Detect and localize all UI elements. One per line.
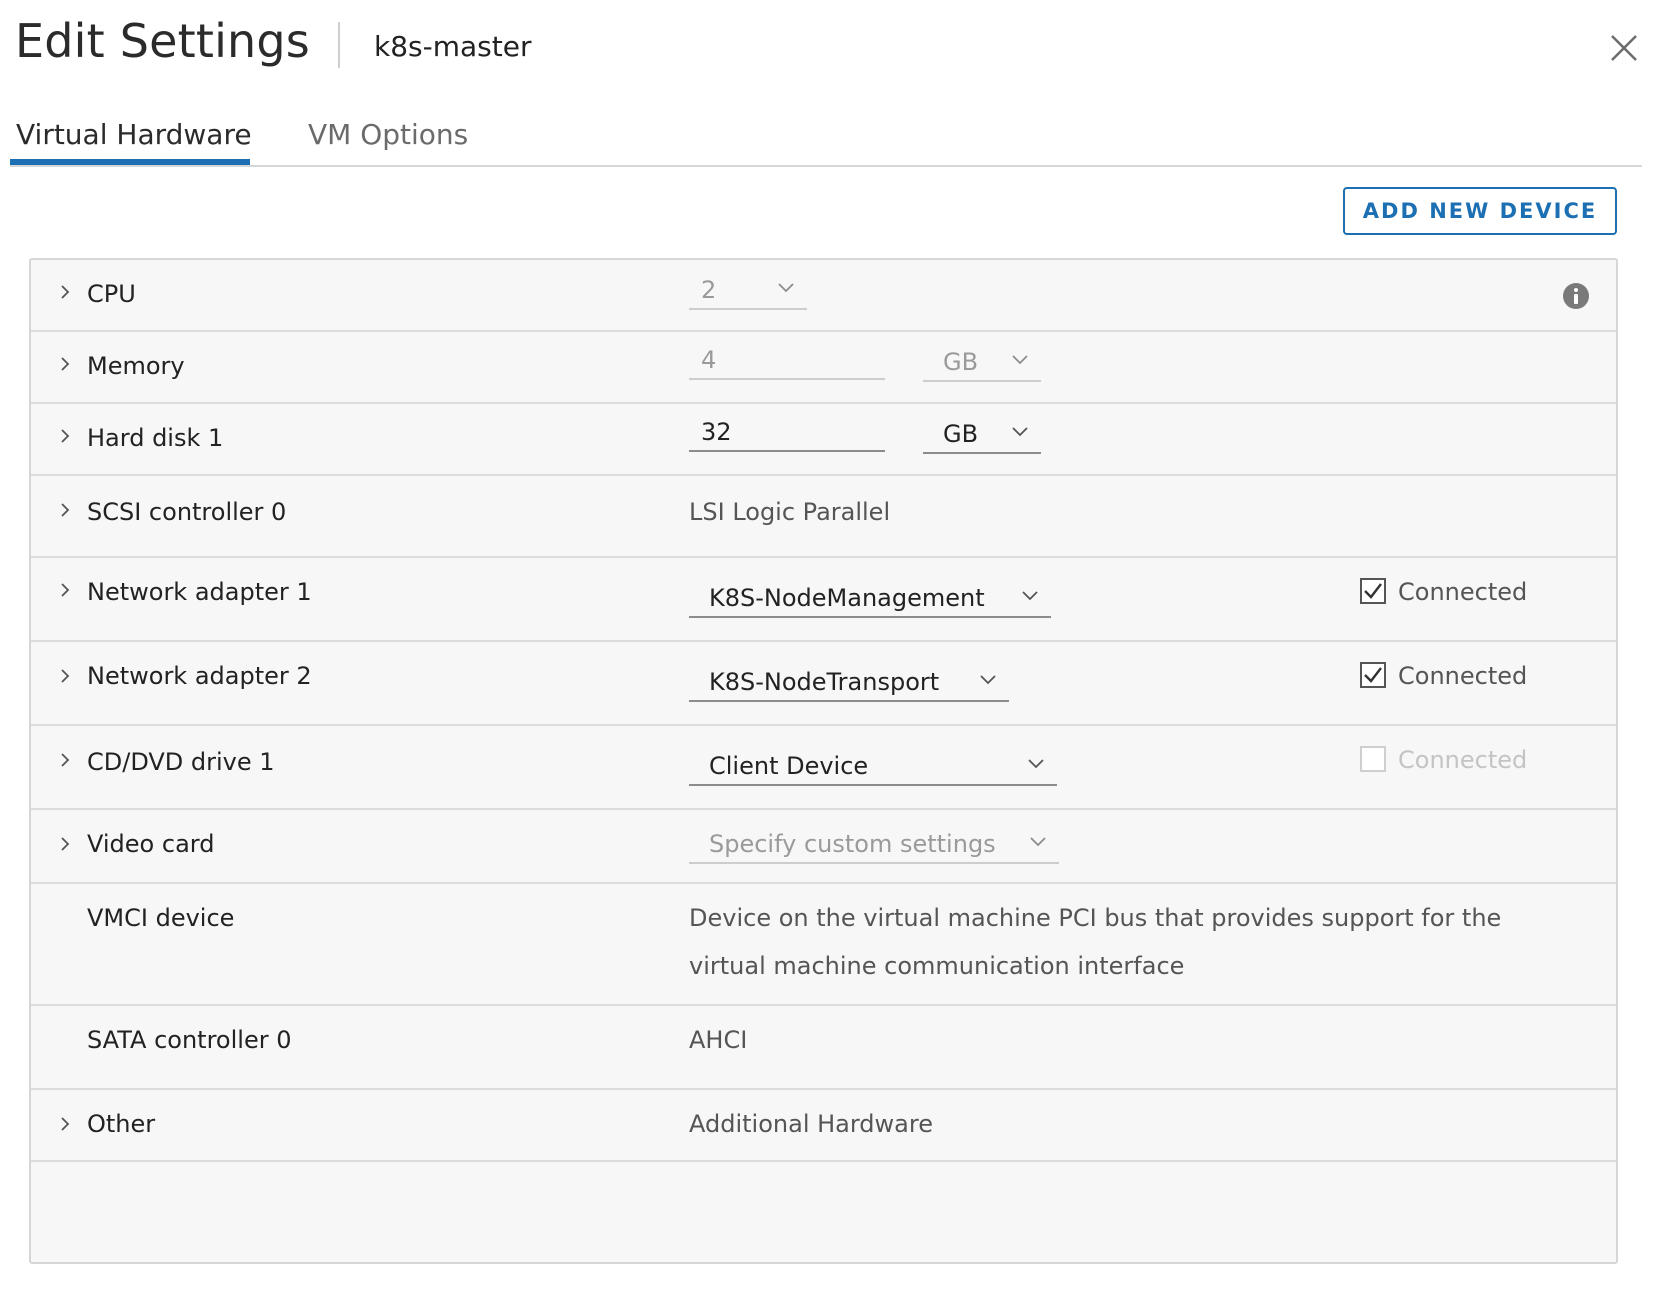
add-new-device-button[interactable]: ADD NEW DEVICE (1343, 187, 1617, 235)
chevron-down-icon (778, 283, 794, 293)
device-label-video-card: Video card (87, 830, 215, 858)
close-icon[interactable] (1606, 30, 1642, 66)
device-label-other: Other (87, 1110, 156, 1138)
device-row-video-card: Video card Specify custom settings (31, 810, 1616, 884)
chevron-down-icon (980, 675, 996, 685)
chevron-right-icon[interactable] (57, 502, 73, 518)
memory-unit-value: GB (943, 348, 979, 376)
chevron-down-icon (1030, 837, 1046, 847)
device-row-cpu: CPU 2 (31, 260, 1616, 332)
device-row-network-adapter-1: Network adapter 1 K8S-NodeManagement Con… (31, 558, 1616, 642)
network-1-connected-label: Connected (1398, 578, 1528, 606)
device-label-cpu: CPU (87, 280, 136, 308)
device-row-other: Other Additional Hardware (31, 1090, 1616, 1162)
device-label-hard-disk: Hard disk 1 (87, 424, 224, 452)
video-card-select[interactable]: Specify custom settings (689, 824, 1059, 864)
cd-dvd-connected-checkbox[interactable] (1360, 746, 1386, 772)
device-label-cd-dvd: CD/DVD drive 1 (87, 748, 275, 776)
hard-disk-unit-select[interactable]: GB (923, 414, 1041, 454)
device-row-cd-dvd: CD/DVD drive 1 Client Device Connected (31, 726, 1616, 810)
network-2-select[interactable]: K8S-NodeTransport (689, 662, 1009, 702)
tab-bar: Virtual Hardware VM Options (10, 112, 1642, 167)
network-2-value: K8S-NodeTransport (709, 668, 940, 696)
vm-name: k8s-master (374, 30, 532, 63)
hardware-table: CPU 2 Memory 4 GB Hard disk 1 32 GB SCSI… (29, 258, 1618, 1264)
device-label-sata: SATA controller 0 (87, 1026, 292, 1054)
chevron-down-icon (1012, 355, 1028, 365)
network-1-connected-checkbox[interactable] (1360, 578, 1386, 604)
cpu-count-select[interactable]: 2 (689, 270, 807, 310)
dialog-title: Edit Settings (15, 14, 310, 68)
memory-size-input[interactable]: 4 (689, 340, 885, 380)
device-row-vmci: VMCI device Device on the virtual machin… (31, 884, 1616, 1006)
device-label-vmci: VMCI device (87, 904, 235, 932)
info-icon[interactable] (1562, 282, 1590, 310)
device-label-memory: Memory (87, 352, 185, 380)
title-divider (338, 22, 340, 68)
device-label-scsi: SCSI controller 0 (87, 498, 287, 526)
checkmark-icon (1364, 583, 1382, 599)
device-label-network-adapter-1: Network adapter 1 (87, 578, 312, 606)
chevron-right-icon[interactable] (57, 582, 73, 598)
chevron-right-icon[interactable] (57, 356, 73, 372)
other-value: Additional Hardware (689, 1110, 933, 1138)
chevron-down-icon (1022, 591, 1038, 601)
chevron-down-icon (1012, 427, 1028, 437)
chevron-down-icon (1028, 759, 1044, 769)
memory-unit-select[interactable]: GB (923, 342, 1041, 382)
scsi-type-value: LSI Logic Parallel (689, 498, 891, 526)
network-1-value: K8S-NodeManagement (709, 584, 985, 612)
cpu-count-value: 2 (701, 276, 717, 304)
vmci-description-line-1: Device on the virtual machine PCI bus th… (689, 904, 1502, 932)
tab-virtual-hardware[interactable]: Virtual Hardware (16, 118, 252, 151)
cd-dvd-connected-label: Connected (1398, 746, 1528, 774)
chevron-right-icon[interactable] (57, 1116, 73, 1132)
memory-size-value: 4 (701, 346, 717, 374)
device-row-network-adapter-2: Network adapter 2 K8S-NodeTransport Conn… (31, 642, 1616, 726)
network-1-select[interactable]: K8S-NodeManagement (689, 578, 1051, 618)
active-tab-indicator (10, 159, 250, 165)
sata-type-value: AHCI (689, 1026, 748, 1054)
device-row-memory: Memory 4 GB (31, 332, 1616, 404)
network-2-connected-label: Connected (1398, 662, 1528, 690)
chevron-right-icon[interactable] (57, 284, 73, 300)
network-2-connected-checkbox[interactable] (1360, 662, 1386, 688)
chevron-right-icon[interactable] (57, 668, 73, 684)
video-card-value: Specify custom settings (709, 830, 996, 858)
chevron-right-icon[interactable] (57, 428, 73, 444)
tab-vm-options[interactable]: VM Options (308, 118, 468, 151)
chevron-right-icon[interactable] (57, 752, 73, 768)
hard-disk-size-value: 32 (701, 418, 732, 446)
hard-disk-unit-value: GB (943, 420, 979, 448)
cd-dvd-source-select[interactable]: Client Device (689, 746, 1057, 786)
hard-disk-size-input[interactable]: 32 (689, 412, 885, 452)
device-row-scsi: SCSI controller 0 LSI Logic Parallel (31, 476, 1616, 558)
chevron-right-icon[interactable] (57, 836, 73, 852)
device-row-hard-disk: Hard disk 1 32 GB (31, 404, 1616, 476)
cd-dvd-source-value: Client Device (709, 752, 869, 780)
edit-settings-dialog: Edit Settings k8s-master Virtual Hardwar… (0, 0, 1656, 1300)
vmci-description: Device on the virtual machine PCI bus th… (689, 894, 1549, 990)
vmci-description-line-2: virtual machine communication interface (689, 952, 1185, 980)
device-label-network-adapter-2: Network adapter 2 (87, 662, 312, 690)
device-row-sata: SATA controller 0 AHCI (31, 1006, 1616, 1090)
checkmark-icon (1364, 667, 1382, 683)
